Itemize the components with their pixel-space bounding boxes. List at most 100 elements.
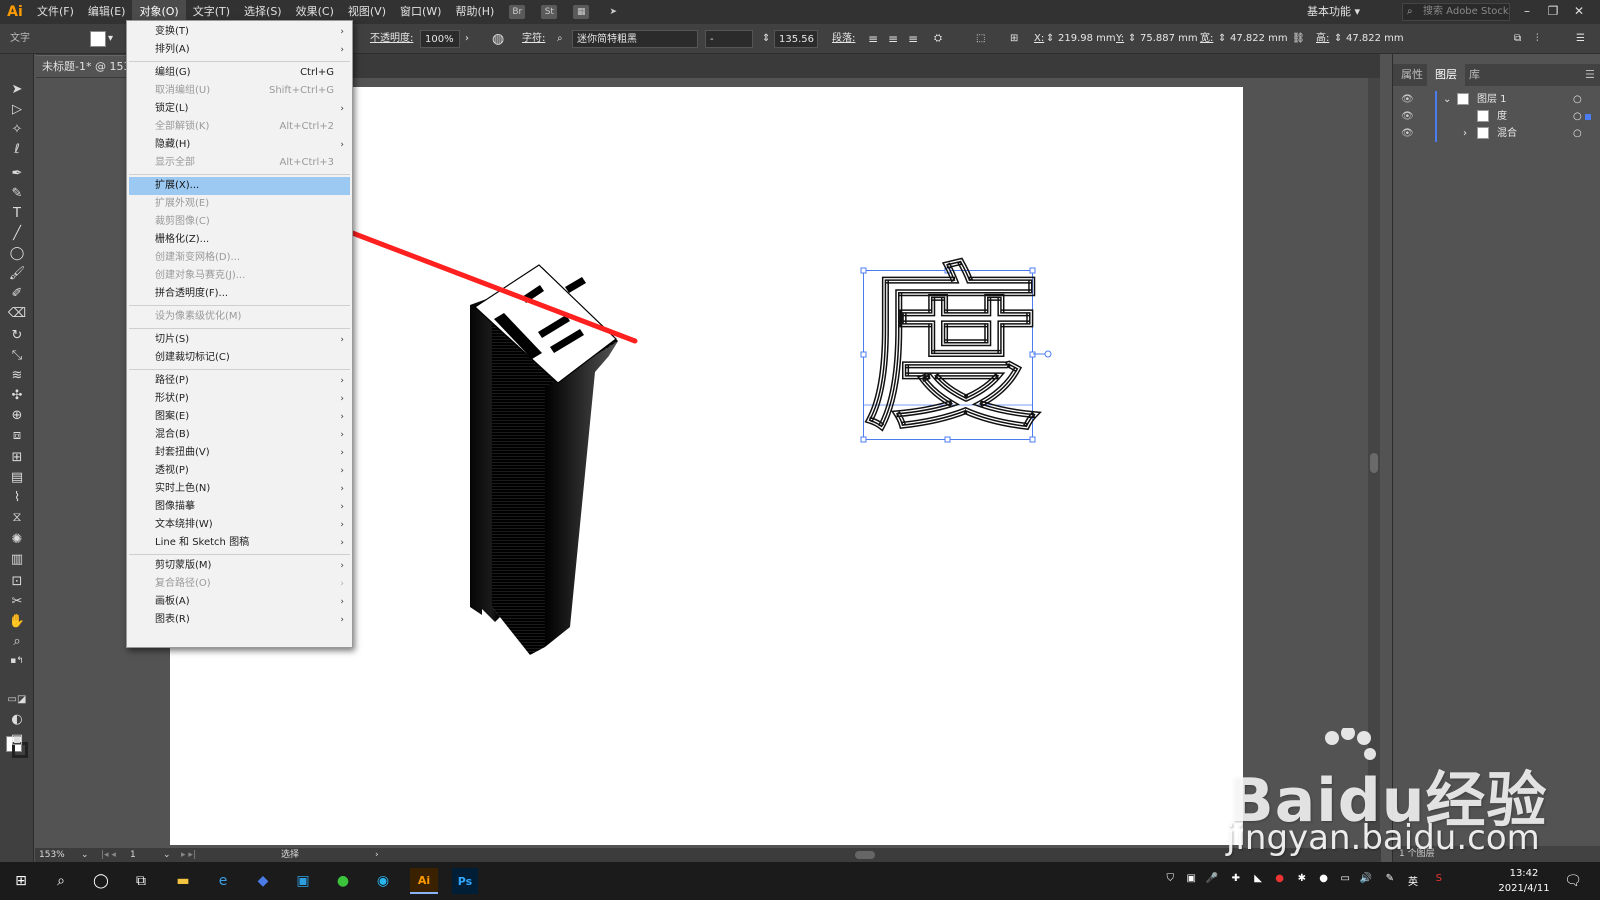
- object-menu-item[interactable]: 变换(T) ›: [129, 23, 350, 41]
- width-input[interactable]: 47.822 mm: [1230, 30, 1288, 48]
- font-size-stepper-icon[interactable]: ⇕: [762, 30, 770, 48]
- object-menu-item[interactable]: 文本绕排(W) ›: [129, 516, 350, 534]
- drawing-mode-icon[interactable]: ◐: [7, 710, 27, 728]
- ime-language[interactable]: 英: [1408, 873, 1418, 888]
- scale-tool-icon[interactable]: ⤡: [7, 346, 27, 364]
- layer-name[interactable]: 混合: [1497, 125, 1517, 142]
- expand-chevron-icon[interactable]: ›: [1463, 125, 1467, 142]
- object-menu-item[interactable]: 拼合透明度(F)...: [129, 285, 350, 303]
- object-menu-item[interactable]: 编组(G) Ctrl+G: [129, 64, 350, 82]
- tray-app-icon[interactable]: ▣: [1187, 873, 1196, 884]
- object-menu-item[interactable]: 扩展(X)...: [129, 177, 350, 195]
- object-menu-item[interactable]: 裁剪图像(C): [129, 213, 350, 231]
- object-menu-item[interactable]: 画板(A) ›: [129, 593, 350, 611]
- x-input[interactable]: 219.98 mm: [1058, 30, 1116, 48]
- stock-search-input[interactable]: ⌕ 搜索 Adobe Stock: [1402, 3, 1510, 21]
- object-menu-item[interactable]: 图案(E) ›: [129, 408, 350, 426]
- object-menu-item[interactable]: 封套扭曲(V) ›: [129, 444, 350, 462]
- app-icon[interactable]: ◉: [370, 868, 396, 894]
- tab-libraries[interactable]: 库: [1461, 64, 1488, 86]
- direct-selection-tool-icon[interactable]: ▷: [7, 100, 27, 118]
- line-tool-icon[interactable]: ╱: [7, 224, 27, 242]
- magic-wand-tool-icon[interactable]: ✧: [7, 120, 27, 138]
- puppet-warp-tool-icon[interactable]: ✣: [7, 386, 27, 404]
- network-icon[interactable]: ▭: [1341, 873, 1350, 884]
- align-panel-icon[interactable]: ⫶: [1536, 30, 1539, 48]
- task-view-icon[interactable]: ⧉: [128, 868, 154, 894]
- close-icon[interactable]: ✕: [1566, 0, 1592, 22]
- chevron-right-icon[interactable]: ›: [465, 30, 469, 48]
- isolate-icon[interactable]: ⧉: [1514, 30, 1521, 48]
- object-menu-item[interactable]: 创建渐变网格(D)...: [129, 249, 350, 267]
- ellipse-tool-icon[interactable]: ◯: [7, 244, 27, 262]
- object-menu-item[interactable]: 混合(B) ›: [129, 426, 350, 444]
- color-mode-icon[interactable]: ▭◪: [7, 690, 27, 708]
- shape-mode-icon[interactable]: ⛭: [934, 30, 942, 48]
- target-circle-icon[interactable]: ○: [1573, 108, 1582, 125]
- first-artboard-icon[interactable]: |◂ ◂: [101, 848, 116, 862]
- taskbar-clock[interactable]: 13:42 2021/4/11: [1494, 866, 1554, 896]
- eyedropper-tool-icon[interactable]: ⌇: [7, 488, 27, 506]
- object-menu-item[interactable]: 复合路径(O) ›: [129, 575, 350, 593]
- rotate-tool-icon[interactable]: ↻: [7, 326, 27, 344]
- horizontal-scrollbar-thumb[interactable]: [855, 851, 875, 859]
- object-menu-item[interactable]: 图表(R) ›: [129, 611, 350, 629]
- object-menu-item[interactable]: 图像描摹 ›: [129, 498, 350, 516]
- default-colors-icon[interactable]: ▪↰: [7, 652, 27, 670]
- restore-icon[interactable]: ❐: [1540, 0, 1566, 22]
- microphone-icon[interactable]: 🎤: [1206, 873, 1218, 884]
- target-circle-icon[interactable]: ○: [1573, 91, 1582, 108]
- reference-point-icon[interactable]: ⊞: [1010, 30, 1018, 48]
- object-menu-item[interactable]: 实时上色(N) ›: [129, 480, 350, 498]
- visibility-eye-icon[interactable]: 👁: [1401, 125, 1414, 142]
- illustrator-icon[interactable]: Ai: [410, 868, 438, 894]
- object-menu-item[interactable]: 剪切蒙版(M) ›: [129, 557, 350, 575]
- wechat-tray-icon[interactable]: ●: [1319, 873, 1328, 884]
- menu-file[interactable]: 文件(F): [30, 0, 81, 24]
- y-input[interactable]: 75.887 mm: [1140, 30, 1198, 48]
- align-right-icon[interactable]: ≡: [908, 30, 918, 48]
- paragraph-label[interactable]: 段落:: [832, 30, 855, 48]
- object-menu-item[interactable]: 透视(P) ›: [129, 462, 350, 480]
- minimize-icon[interactable]: –: [1514, 0, 1540, 22]
- font-size-input[interactable]: 135.56: [774, 30, 818, 48]
- search-icon[interactable]: ⌕: [48, 868, 74, 894]
- panel-options-icon[interactable]: ☰: [1577, 64, 1600, 86]
- workspace-switcher[interactable]: 基本功能 ▾: [1307, 2, 1360, 22]
- status-menu-arrow-icon[interactable]: ›: [375, 848, 379, 862]
- width-tool-icon[interactable]: ≋: [7, 366, 27, 384]
- visibility-eye-icon[interactable]: 👁: [1401, 108, 1414, 125]
- constrain-proportions-icon[interactable]: ⛓: [1292, 30, 1305, 48]
- target-circle-icon[interactable]: ○: [1573, 125, 1582, 142]
- tray-app-icon[interactable]: ✚: [1232, 873, 1240, 884]
- character-label[interactable]: 字符:: [522, 30, 545, 48]
- lasso-tool-icon[interactable]: ℓ: [7, 140, 27, 158]
- pen-tool-icon[interactable]: ✒: [7, 164, 27, 182]
- width-stepper-icon[interactable]: ⇕: [1218, 30, 1226, 48]
- screen-mode-icon[interactable]: ▣: [7, 730, 27, 748]
- ime-icon[interactable]: ✎: [1386, 873, 1394, 884]
- object-menu-item[interactable]: 全部解锁(K) Alt+Ctrl+2: [129, 118, 350, 136]
- zoom-dropdown-icon[interactable]: ⌄: [81, 848, 89, 862]
- paintbrush-tool-icon[interactable]: 🖌: [7, 264, 27, 282]
- tray-app-icon[interactable]: ✱: [1298, 873, 1306, 884]
- curvature-tool-icon[interactable]: ✎: [7, 184, 27, 202]
- object-menu-item[interactable]: 形状(P) ›: [129, 390, 350, 408]
- blend-tool-icon[interactable]: ⧖: [7, 508, 27, 526]
- photoshop-icon[interactable]: Ps: [452, 868, 478, 894]
- file-explorer-icon[interactable]: ▬: [170, 868, 196, 894]
- volume-icon[interactable]: 🔊: [1360, 873, 1372, 884]
- object-menu-item[interactable]: 创建裁切标记(C): [129, 349, 350, 367]
- visibility-eye-icon[interactable]: 👁: [1401, 91, 1414, 108]
- notification-icon[interactable]: 🗨: [1560, 868, 1586, 894]
- vertical-scrollbar[interactable]: [1368, 78, 1380, 848]
- tab-properties[interactable]: 属性: [1393, 64, 1431, 86]
- font-family-select[interactable]: 迷你简特粗黑: [572, 30, 698, 48]
- transform-reference-icon[interactable]: ⬚: [976, 30, 985, 48]
- object-menu-item[interactable]: 取消编组(U) Shift+Ctrl+G: [129, 82, 350, 100]
- artboard-dropdown-icon[interactable]: ⌄: [163, 848, 171, 862]
- height-stepper-icon[interactable]: ⇕: [1334, 30, 1342, 48]
- layer-name[interactable]: 图层 1: [1477, 91, 1507, 108]
- menu-window[interactable]: 窗口(W): [393, 0, 448, 24]
- layer-row[interactable]: 👁 ⌄ 图层 1 ○: [1393, 91, 1600, 108]
